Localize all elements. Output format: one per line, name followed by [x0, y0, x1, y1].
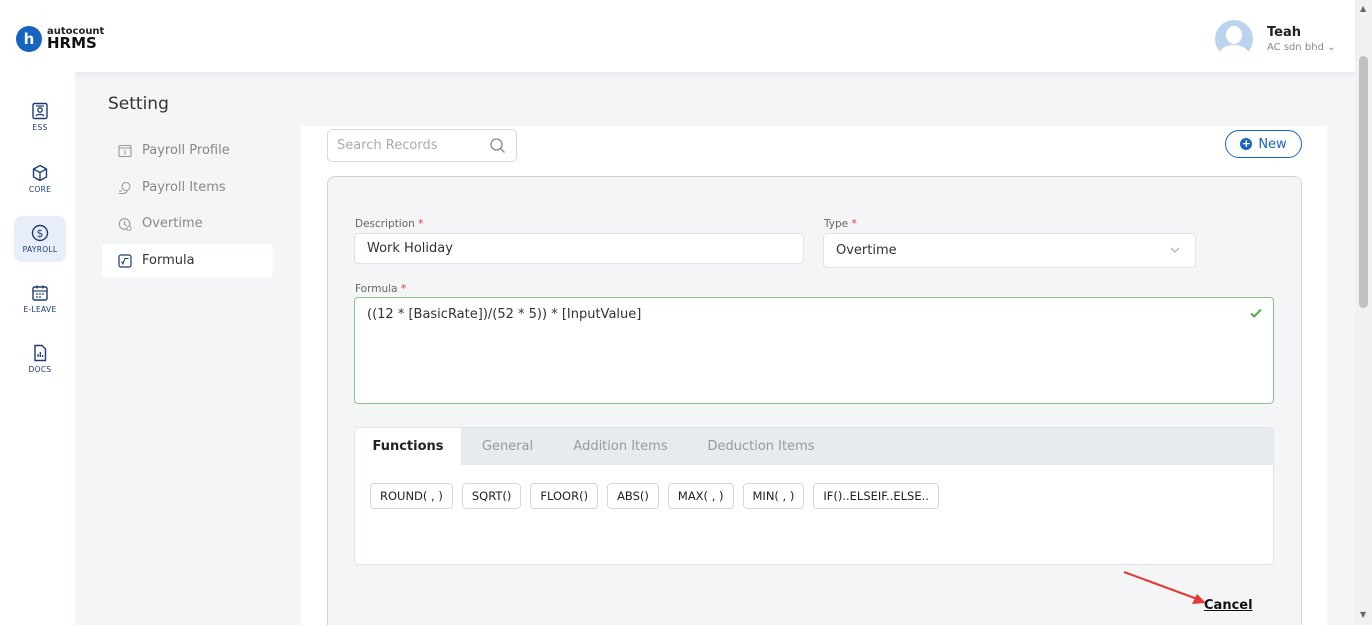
new-button-label: New: [1258, 136, 1287, 152]
formula-helper-panel: Functions General Addition Items Deducti…: [354, 427, 1274, 565]
required-marker: *: [400, 283, 407, 295]
plus-icon: +: [1240, 137, 1253, 150]
menu-item-payroll-items[interactable]: Payroll Items: [102, 171, 273, 204]
nav-label: ESS: [32, 123, 48, 132]
profile-icon: [118, 144, 132, 157]
nav-label: E-LEAVE: [23, 305, 57, 314]
tab-deduction-items[interactable]: Deduction Items: [687, 428, 835, 465]
app-logo[interactable]: h autocount HRMS: [16, 26, 104, 52]
menu-item-label: Overtime: [142, 216, 203, 231]
nav-item-ess[interactable]: ESS: [14, 94, 66, 140]
function-floor-button[interactable]: FLOOR(): [530, 483, 599, 509]
cube-icon: [32, 164, 48, 182]
description-label: Description *: [355, 218, 424, 230]
description-field[interactable]: Work Holiday: [354, 233, 804, 264]
tab-functions[interactable]: Functions: [355, 428, 461, 465]
ess-icon: [32, 102, 48, 120]
function-max-button[interactable]: MAX( , ): [667, 483, 734, 509]
company-selector[interactable]: AC sdn bhd ⌄: [1267, 42, 1336, 53]
avatar[interactable]: [1215, 20, 1253, 58]
menu-item-formula[interactable]: Formula: [102, 244, 273, 277]
svg-text:$: $: [37, 227, 44, 240]
search-box: [327, 129, 517, 162]
type-select[interactable]: Overtime: [823, 233, 1196, 268]
nav-label: CORE: [28, 185, 52, 194]
scroll-down-arrow-icon[interactable]: ▼: [1360, 610, 1366, 619]
user-name: Teah: [1267, 25, 1301, 40]
search-input[interactable]: [337, 138, 477, 153]
function-round-button[interactable]: ROUND( , ): [370, 483, 453, 509]
items-icon: [119, 181, 131, 194]
chevron-down-icon: ⌄: [1327, 42, 1336, 53]
top-bar: h autocount HRMS Teah AC sdn bhd ⌄: [0, 0, 1355, 72]
brand-main: HRMS: [47, 34, 97, 52]
type-label: Type *: [824, 218, 857, 230]
nav-item-core[interactable]: CORE: [14, 156, 66, 202]
dollar-icon: $: [31, 224, 49, 242]
page-scrollbar[interactable]: ▲ ▼: [1355, 0, 1372, 625]
user-menu[interactable]: Teah AC sdn bhd ⌄: [1215, 20, 1336, 58]
menu-item-payroll-profile[interactable]: Payroll Profile: [102, 134, 273, 167]
new-button[interactable]: + New: [1225, 130, 1302, 158]
menu-item-label: Payroll Profile: [142, 143, 230, 158]
document-icon: [34, 344, 47, 362]
chevron-down-icon: [1170, 247, 1180, 253]
menu-item-label: Payroll Items: [142, 180, 226, 195]
company-name: AC sdn bhd: [1267, 42, 1324, 53]
required-marker: *: [418, 218, 424, 230]
menu-item-label: Formula: [142, 253, 195, 268]
page-title: Setting: [108, 94, 169, 114]
nav-label: DOCS: [28, 365, 52, 374]
description-value: Work Holiday: [367, 241, 453, 256]
scrollbar-thumb[interactable]: [1359, 56, 1368, 308]
cancel-link[interactable]: Cancel: [1204, 598, 1253, 613]
tab-strip: Functions General Addition Items Deducti…: [355, 428, 1273, 465]
function-abs-button[interactable]: ABS(): [607, 483, 659, 509]
function-list: ROUND( , ) SQRT() FLOOR() ABS() MAX( , )…: [370, 483, 948, 509]
formula-icon: [118, 253, 132, 268]
scroll-up-arrow-icon[interactable]: ▲: [1360, 4, 1366, 13]
nav-label: PAYROLL: [22, 245, 58, 254]
function-sqrt-button[interactable]: SQRT(): [461, 483, 522, 509]
check-icon: [1250, 308, 1262, 318]
required-marker: *: [851, 218, 857, 230]
clock-icon: [118, 217, 132, 231]
logo-mark: h: [16, 26, 42, 52]
calendar-icon: [32, 285, 48, 301]
formula-input[interactable]: ((12 * [BasicRate])/(52 * 5)) * [InputVa…: [354, 297, 1274, 404]
function-if-button[interactable]: IF()..ELSEIF..ELSE..: [813, 483, 939, 509]
nav-item-payroll[interactable]: $ PAYROLL: [14, 216, 66, 262]
menu-item-overtime[interactable]: Overtime: [102, 207, 273, 240]
function-min-button[interactable]: MIN( , ): [742, 483, 805, 509]
nav-item-eleave[interactable]: E-LEAVE: [14, 276, 66, 322]
module-nav: ESS CORE $ PAYROLL E-LEAVE DOCS: [0, 72, 75, 625]
formula-value: ((12 * [BasicRate])/(52 * 5)) * [InputVa…: [367, 307, 642, 322]
tab-general[interactable]: General: [461, 428, 554, 465]
type-value: Overtime: [836, 243, 897, 258]
search-icon[interactable]: [489, 137, 506, 154]
nav-item-docs[interactable]: DOCS: [14, 336, 66, 382]
tab-addition-items[interactable]: Addition Items: [554, 428, 687, 465]
formula-label: Formula *: [355, 283, 407, 295]
